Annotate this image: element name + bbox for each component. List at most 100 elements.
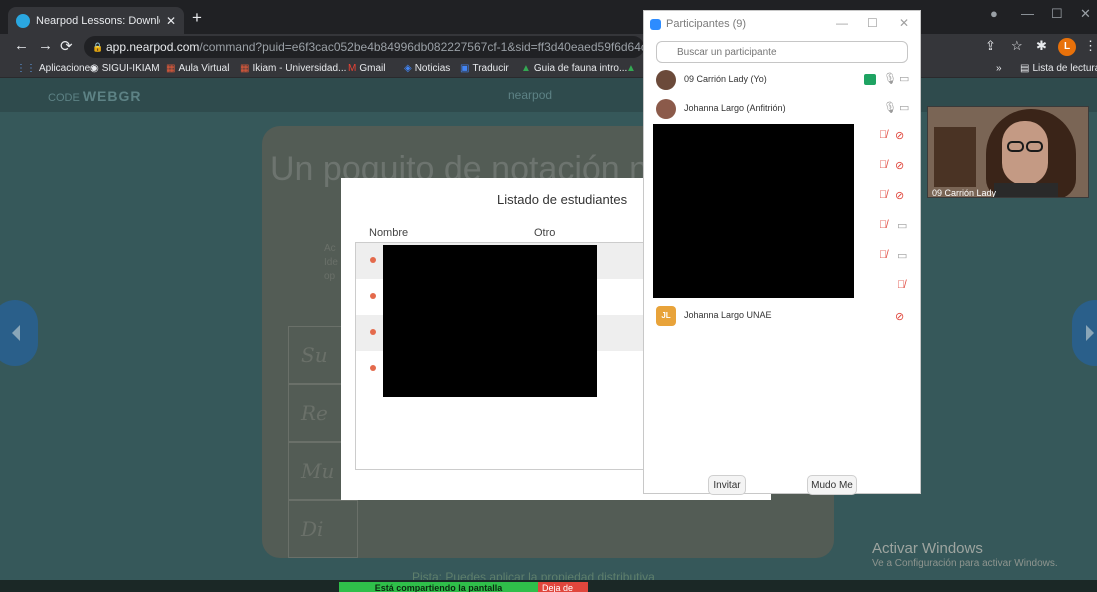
bookmark-noticias[interactable]: ◈ Noticias [404, 63, 450, 74]
reload-icon[interactable]: ⟳ [60, 37, 73, 55]
session-code: CODE WEBGR [48, 88, 142, 104]
bookmark-aplicaciones[interactable]: ⋮⋮ Aplicaciones [16, 63, 95, 74]
browser-tabstrip: Nearpod Lessons: Download rea ✕ + ● — ☐ … [0, 0, 1097, 34]
camera-on-icon[interactable]: ▭ [899, 101, 909, 114]
browser-tab-nearpod[interactable]: Nearpod Lessons: Download rea ✕ [8, 7, 184, 34]
camera-on-icon[interactable]: ▭ [899, 72, 909, 85]
lock-icon: 🔒 [92, 42, 104, 52]
participant-avatar [656, 70, 676, 90]
forward-arrow-icon[interactable]: → [38, 37, 53, 54]
news-icon: ◈ [404, 63, 412, 74]
reading-list-button[interactable]: ▤ Lista de lectura [1020, 63, 1097, 74]
camera-off-icon: ⊘ [895, 190, 905, 202]
mic-muted-icon: 🎙̸ [879, 129, 888, 141]
minimize-window-icon[interactable]: — [1021, 6, 1034, 21]
column-header-nombre: Nombre [369, 227, 409, 239]
site-icon: ◉ [90, 63, 99, 74]
activate-windows-subtitle: Ve a Configuración para activar Windows. [872, 558, 1058, 569]
modal-title: Listado de estudiantes [497, 192, 628, 207]
nearpod-logo: nearpod [508, 88, 553, 102]
mute-me-button[interactable]: Mudo Me [807, 475, 857, 495]
gmail-icon: M [348, 63, 357, 74]
bookmark-star-icon[interactable]: ☆ [1011, 38, 1023, 54]
mic-muted-icon: 🎙̸ [879, 249, 888, 261]
more-bookmarks-icon[interactable]: » [996, 63, 1002, 74]
slide-instructions: Ac Ide op [324, 243, 338, 282]
tab-close-icon[interactable]: ✕ [166, 14, 176, 28]
mic-muted-icon: 🎙̸ [879, 159, 888, 171]
next-slide-button[interactable] [1072, 300, 1097, 366]
participant-row-host[interactable]: Johanna Largo (Anfitrión) 🎙 ▭ [652, 96, 914, 122]
close-window-icon[interactable]: ✕ [1080, 6, 1091, 22]
translate-icon: ▣ [460, 63, 470, 74]
panel-title: Participantes (9) [650, 18, 746, 30]
address-bar[interactable]: 🔒 app.nearpod.com/command?puid=e6f3cac05… [84, 36, 644, 58]
bookmark-aula-virtual[interactable]: ▦ Aula Virtual [166, 63, 229, 74]
participant-initials-avatar: JL [656, 306, 676, 326]
previous-slide-button[interactable] [0, 300, 38, 366]
participant-avatar [656, 99, 676, 119]
mic-muted-icon: 🎙̸ [879, 219, 888, 231]
bookmark-ikiam-universidad[interactable]: ▦ Ikiam - Universidad... [240, 63, 346, 74]
extensions-puzzle-icon[interactable]: ✱ [1036, 38, 1047, 54]
redacted-participant-names [653, 124, 854, 298]
participant-name: Johanna Largo UNAE [684, 310, 772, 320]
mic-on-icon[interactable]: 🎙 [883, 101, 897, 114]
ikiam-site-icon: ▦ [166, 63, 176, 74]
panel-close-icon[interactable]: ✕ [899, 16, 909, 30]
screen-sharing-banner: Está compartiendo la pantalla [339, 582, 538, 592]
invite-button[interactable]: Invitar [708, 475, 746, 495]
profile-avatar[interactable]: L [1058, 38, 1076, 56]
chrome-indicator-icon: ● [990, 6, 998, 21]
video-shelf [934, 127, 976, 187]
share-page-icon[interactable]: ⇪ [985, 38, 996, 54]
new-tab-button[interactable]: + [192, 8, 202, 28]
operation-cell-division: Di [288, 500, 358, 558]
video-share-icon [864, 74, 876, 85]
glasses-icon [1026, 141, 1043, 152]
chrome-menu-icon[interactable]: ⋮ [1084, 38, 1097, 54]
nearpod-favicon-icon [16, 13, 30, 28]
bookmark-gmail[interactable]: M Gmail [348, 63, 385, 74]
drive-icon[interactable]: ▲ [626, 63, 636, 74]
column-header-otro: Otro [534, 227, 556, 239]
apps-grid-icon: ⋮⋮ [16, 63, 36, 74]
camera-on-icon: ▭ [897, 250, 908, 262]
self-video-tile[interactable]: 09 Carrión Lady [927, 106, 1089, 198]
camera-off-icon: ⊘ [895, 160, 905, 172]
student-status-dot [370, 293, 376, 299]
participant-row-unae[interactable]: JL Johanna Largo UNAE ⊘ [652, 303, 914, 329]
panel-maximize-icon[interactable]: ☐ [867, 16, 878, 30]
bookmark-traducir[interactable]: ▣ Traducir [460, 63, 509, 74]
mic-muted-icon: 🎙̸ [897, 279, 906, 291]
url-path: /command?puid=e6f3cac052be4b84996db08222… [199, 40, 644, 54]
video-person-shirt [994, 183, 1058, 197]
camera-off-icon: ⊘ [895, 130, 905, 142]
panel-minimize-icon[interactable]: — [836, 16, 848, 30]
tab-title: Nearpod Lessons: Download rea [36, 14, 160, 27]
ikiam-site-icon: ▦ [240, 63, 250, 74]
maximize-window-icon[interactable]: ☐ [1051, 6, 1063, 22]
drive-icon: ▲ [521, 63, 531, 74]
stop-share-button[interactable]: Deja de [538, 582, 588, 592]
video-person-face [1002, 121, 1048, 185]
mic-muted-icon: 🎙̸ [879, 189, 888, 201]
camera-on-icon: ▭ [897, 220, 908, 232]
back-arrow-icon[interactable]: ← [14, 37, 29, 54]
redacted-student-names [383, 245, 597, 397]
bookmarks-bar: ⋮⋮ Aplicaciones ◉ SIGUI-IKIAM ▦ Aula Virtua… [0, 60, 1097, 78]
participant-name: Johanna Largo (Anfitrión) [684, 103, 786, 113]
student-status-dot [370, 257, 376, 263]
bookmark-sigui-ikiam[interactable]: ◉ SIGUI-IKIAM [90, 63, 160, 74]
participant-row-self[interactable]: 09 Carrión Lady (Yo) 🎙 ▭ [652, 67, 914, 93]
participant-search-input[interactable] [656, 41, 908, 63]
mic-on-icon[interactable]: 🎙 [883, 72, 897, 85]
student-status-dot [370, 365, 376, 371]
student-status-dot [370, 329, 376, 335]
reading-list-icon: ▤ [1020, 63, 1030, 74]
bookmark-guia-fauna[interactable]: ▲ Guia de fauna intro... [521, 63, 627, 74]
participant-name: 09 Carrión Lady (Yo) [684, 74, 767, 84]
url-host: app.nearpod.com [106, 40, 200, 54]
video-name-label: 09 Carrión Lady [932, 188, 997, 198]
browser-toolbar: ← → ⟳ 🔒 app.nearpod.com/command?puid=e6f… [0, 34, 1097, 60]
